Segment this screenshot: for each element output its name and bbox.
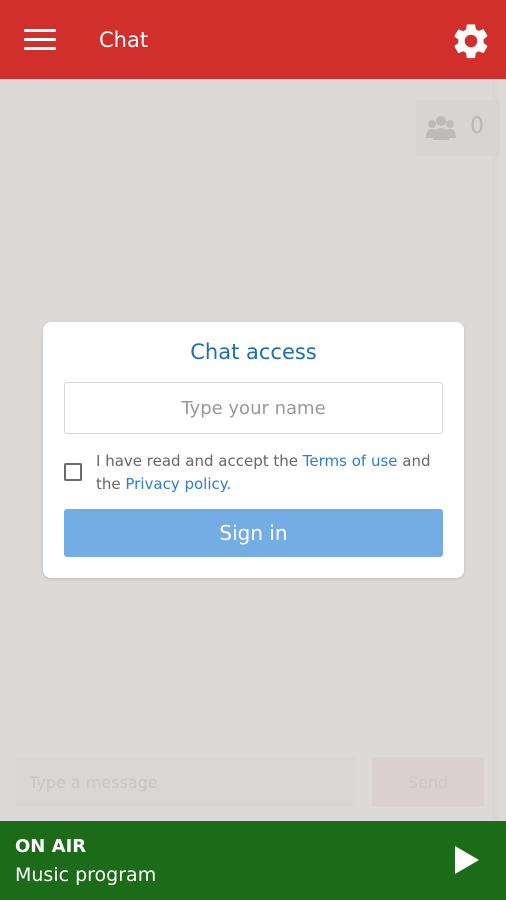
chat-access-dialog: Chat access I have read and accept the T… bbox=[43, 322, 464, 578]
consent-text: I have read and accept the Terms of use … bbox=[96, 450, 441, 496]
users-count: 0 bbox=[470, 114, 484, 139]
consent-suffix: . bbox=[226, 475, 232, 493]
privacy-policy-link[interactable]: Privacy policy bbox=[125, 475, 226, 493]
consent-prefix: I have read and accept the bbox=[96, 452, 303, 470]
accept-terms-checkbox[interactable] bbox=[64, 463, 82, 481]
scrollbar[interactable] bbox=[492, 79, 498, 821]
gear-icon[interactable] bbox=[450, 20, 492, 62]
radio-player-bar: ON AIR Music program bbox=[0, 821, 506, 900]
name-input[interactable] bbox=[64, 382, 443, 434]
send-button[interactable]: Send bbox=[372, 757, 484, 807]
dialog-title: Chat access bbox=[190, 340, 317, 364]
users-group-icon bbox=[426, 116, 456, 140]
users-count-badge[interactable] bbox=[416, 100, 500, 156]
hamburger-menu-icon[interactable] bbox=[24, 29, 56, 51]
on-air-status: ON AIR bbox=[15, 836, 87, 857]
terms-of-use-link[interactable]: Terms of use bbox=[303, 452, 398, 470]
page-title: Chat bbox=[99, 28, 149, 52]
program-name: Music program bbox=[15, 864, 157, 886]
message-input[interactable] bbox=[16, 757, 356, 807]
play-icon[interactable] bbox=[453, 845, 481, 875]
app-bar: Chat bbox=[0, 0, 506, 79]
sign-in-button[interactable]: Sign in bbox=[64, 509, 443, 557]
